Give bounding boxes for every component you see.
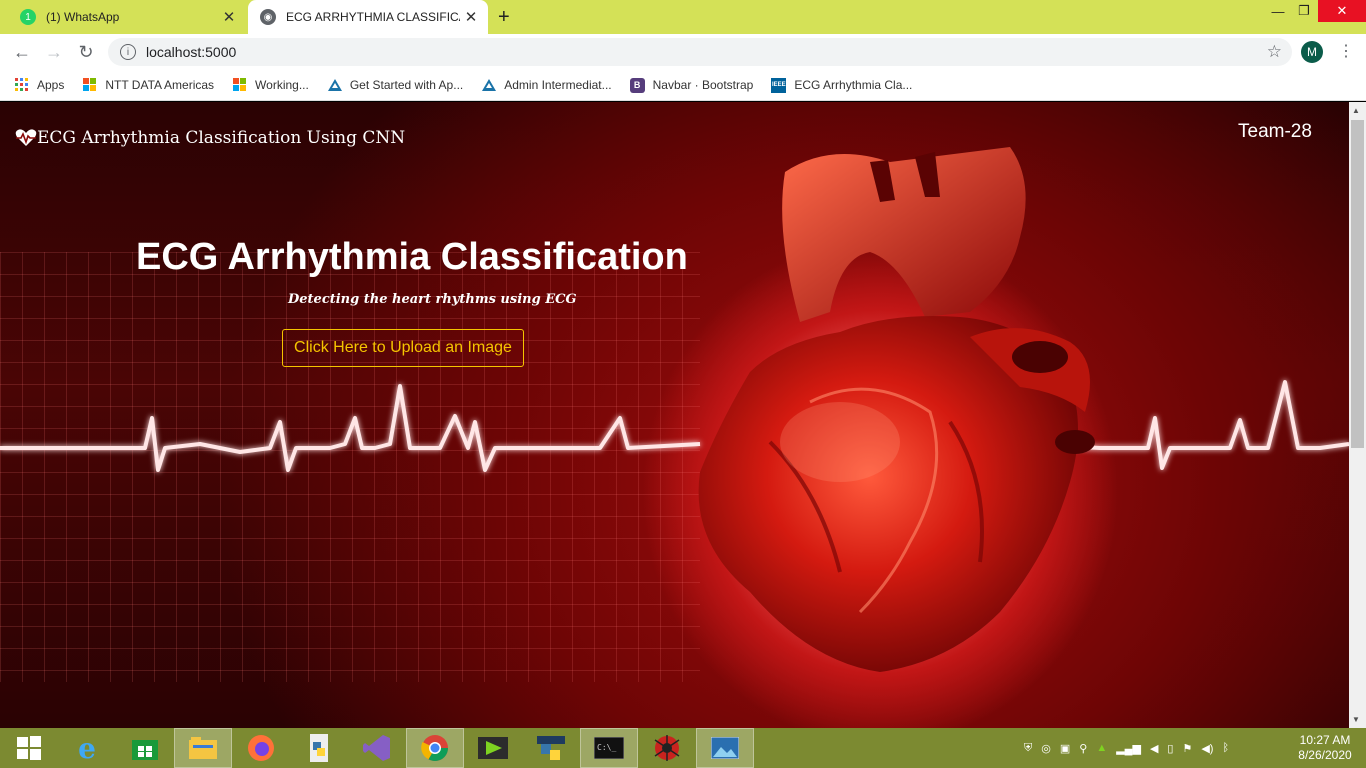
upload-image-button[interactable]: Click Here to Upload an Image	[282, 329, 524, 367]
firefox-icon[interactable]	[232, 728, 290, 768]
sync-icon[interactable]: ◎	[1041, 742, 1051, 755]
bookmark-ntt[interactable]: NTT DATA Americas	[82, 78, 214, 93]
page-scrollbar[interactable]: ▲ ▼	[1349, 102, 1366, 728]
bookmark-label: Admin Intermediat...	[504, 78, 612, 92]
bookmark-star-icon[interactable]: ☆	[1267, 42, 1282, 62]
shield-icon[interactable]: ⛨	[1024, 742, 1032, 755]
url-text: localhost:5000	[146, 44, 237, 60]
system-clock[interactable]: 10:27 AM 8/26/2020	[1290, 733, 1360, 763]
windows-taskbar: e C:\_ ⛨ ◎ ▣ ⚲ ▲ ▂▄▆ ◀ ▯ ⚑ ◀) ᛒ 10:27 AM…	[0, 728, 1366, 768]
photos-icon[interactable]	[696, 728, 754, 768]
start-icon[interactable]	[0, 728, 58, 768]
ieee-icon: IEEE	[771, 77, 787, 93]
bookmark-label: ECG Arrhythmia Cla...	[794, 78, 913, 92]
bookmark-label: Get Started with Ap...	[349, 78, 464, 92]
close-tab-icon[interactable]: ✕	[460, 8, 482, 26]
bookmark-apps[interactable]: Apps	[14, 78, 64, 93]
tab-strip: 1 (1) WhatsApp ✕ ◉ ECG ARRHYTHMIA CLASSI…	[0, 0, 1366, 34]
bootstrap-icon: B	[629, 77, 645, 93]
back-icon[interactable]: ←	[6, 42, 38, 63]
svg-text:C:\_: C:\_	[597, 743, 616, 752]
heartbeat-icon	[15, 129, 37, 146]
terminal-icon[interactable]: C:\_	[580, 728, 638, 768]
brand-title: ECG Arrhythmia Classification Using CNN	[37, 128, 406, 148]
browser-toolbar: ← → ↻ i localhost:5000 ☆ M ⋮	[0, 34, 1366, 70]
chrome-icon[interactable]	[406, 728, 464, 768]
bookmarks-bar: Apps NTT DATA Americas Working... Get St…	[0, 70, 1366, 101]
scrollbar-thumb[interactable]	[1351, 120, 1364, 448]
apps-grid-icon	[14, 78, 29, 93]
ecg-waveform	[0, 380, 1349, 472]
speaker-muted-icon[interactable]: ◀	[1150, 742, 1158, 755]
bookmark-ecg[interactable]: IEEE ECG Arrhythmia Cla...	[771, 77, 913, 93]
gpu-icon[interactable]: ▣	[1060, 742, 1070, 755]
bookmark-navbar[interactable]: B Navbar · Bootstrap	[629, 77, 754, 93]
bookmark-label: Working...	[255, 78, 309, 92]
volume-icon[interactable]: ◀)	[1201, 742, 1213, 755]
search-tool-icon[interactable]: ⚲	[1079, 742, 1087, 755]
triangle-app-icon[interactable]: ▲	[1096, 742, 1107, 754]
close-window-icon[interactable]: ✕	[1318, 0, 1366, 22]
bookmark-label: Navbar · Bootstrap	[652, 78, 754, 92]
tab-title: (1) WhatsApp	[46, 10, 120, 24]
profile-avatar[interactable]: M	[1301, 41, 1323, 63]
hero-title: ECG Arrhythmia Classification	[136, 236, 688, 278]
flag-icon[interactable]: ⚑	[1182, 742, 1192, 755]
system-tray: ⛨ ◎ ▣ ⚲ ▲ ▂▄▆ ◀ ▯ ⚑ ◀) ᛒ	[1024, 728, 1238, 768]
bookmark-get-started[interactable]: Get Started with Ap...	[327, 78, 463, 93]
bookmark-admin[interactable]: Admin Intermediat...	[481, 78, 612, 93]
battery-icon[interactable]: ▯	[1167, 742, 1173, 755]
info-icon[interactable]: i	[120, 44, 136, 60]
page-viewport: ECG Arrhythmia Classification Using CNN …	[0, 102, 1349, 728]
close-tab-icon[interactable]: ✕	[218, 8, 240, 26]
clock-time: 10:27 AM	[1299, 733, 1351, 747]
forward-icon[interactable]: →	[38, 42, 70, 63]
heart-illustration	[698, 147, 1095, 672]
bookmark-label: Apps	[37, 78, 65, 92]
bookmark-label: NTT DATA Americas	[105, 78, 215, 92]
file-explorer-icon[interactable]	[174, 728, 232, 768]
hero-subtitle: Detecting the heart rhythms using ECG	[288, 292, 577, 307]
windows-logo-icon	[82, 78, 97, 93]
site-brand[interactable]: ECG Arrhythmia Classification Using CNN	[15, 128, 405, 148]
address-bar[interactable]: i localhost:5000 ☆	[108, 38, 1292, 66]
windows-logo-icon	[232, 78, 247, 93]
reload-icon[interactable]: ↻	[70, 42, 102, 63]
globe-icon: ◉	[260, 9, 276, 25]
bookmark-working[interactable]: Working...	[232, 78, 309, 93]
clock-date: 8/26/2020	[1298, 748, 1352, 762]
bluetooth-icon[interactable]: ᛒ	[1222, 742, 1229, 754]
whatsapp-icon: 1	[20, 9, 36, 25]
python-idle-icon[interactable]	[290, 728, 348, 768]
visual-studio-icon[interactable]	[348, 728, 406, 768]
tab-title: ECG ARRHYTHMIA CLASSIFICATIO	[286, 10, 460, 24]
spider-icon[interactable]	[638, 728, 696, 768]
python-icon[interactable]	[522, 728, 580, 768]
scroll-up-icon[interactable]: ▲	[1352, 106, 1360, 115]
menu-icon[interactable]: ⋮	[1338, 41, 1354, 61]
mountain-icon	[481, 78, 497, 93]
tab-whatsapp[interactable]: 1 (1) WhatsApp ✕	[8, 0, 246, 34]
scroll-down-icon[interactable]: ▼	[1352, 715, 1360, 724]
mountain-icon	[327, 78, 342, 93]
new-tab-button[interactable]: +	[498, 6, 510, 29]
internet-explorer-icon[interactable]: e	[58, 728, 116, 768]
media-player-icon[interactable]	[464, 728, 522, 768]
network-icon[interactable]: ▂▄▆	[1116, 742, 1141, 755]
store-icon[interactable]	[116, 728, 174, 768]
tab-ecg[interactable]: ◉ ECG ARRHYTHMIA CLASSIFICATIO ✕	[248, 0, 488, 34]
team-label: Team-28	[1238, 121, 1312, 142]
